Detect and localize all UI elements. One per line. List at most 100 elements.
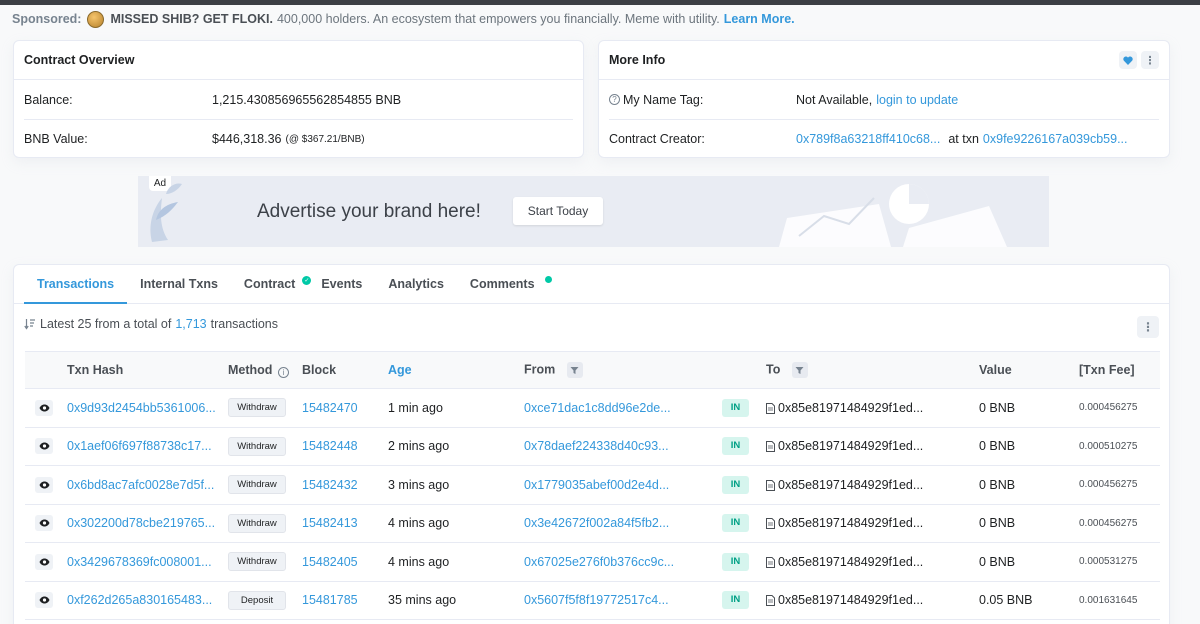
to-address[interactable]: 0x85e81971484929f1ed... bbox=[778, 516, 923, 530]
to-address[interactable]: 0x85e81971484929f1ed... bbox=[778, 593, 923, 607]
age-cell: 1 min ago bbox=[388, 388, 524, 428]
ad-headline: Advertise your brand here! bbox=[257, 201, 481, 222]
header-method-label: Method bbox=[228, 362, 273, 377]
txn-hash-link[interactable]: 0x302200d78cbe219765... bbox=[67, 504, 228, 543]
tab-transactions[interactable]: Transactions bbox=[24, 265, 128, 304]
from-address-link[interactable]: 0x3e42672f002a84f5fb2... bbox=[524, 504, 722, 543]
direction-badge: IN bbox=[722, 475, 749, 494]
from-address-link[interactable]: 0x5607f5f8f19772517c4... bbox=[524, 581, 722, 620]
to-address[interactable]: 0x85e81971484929f1ed... bbox=[778, 401, 923, 415]
value-cell: 0 BNB bbox=[979, 542, 1079, 582]
eye-icon[interactable] bbox=[35, 553, 53, 570]
to-address[interactable]: 0x85e81971484929f1ed... bbox=[778, 478, 923, 492]
value-cell: 0.05 BNB bbox=[979, 581, 1079, 620]
table-row: 0x3429678369fc008001... Withdraw 1548240… bbox=[25, 542, 1160, 582]
block-link[interactable]: 15482413 bbox=[302, 504, 388, 543]
to-address[interactable]: 0x85e81971484929f1ed... bbox=[778, 555, 923, 569]
contract-file-icon bbox=[766, 595, 775, 607]
cell-to: 0x85e81971484929f1ed... bbox=[766, 427, 979, 466]
balance-row: Balance: 1,215.430856965562854855 BNB bbox=[14, 80, 583, 119]
method-badge: Withdraw bbox=[228, 398, 286, 418]
sort-desc-icon bbox=[24, 319, 35, 330]
heart-icon[interactable] bbox=[1119, 51, 1137, 69]
more-info-card: More Info ⋮ ? My Name Tag: Not Available… bbox=[598, 40, 1170, 158]
eye-icon[interactable] bbox=[35, 399, 53, 416]
table-row: 0x302200d78cbe219765... Withdraw 1548241… bbox=[25, 504, 1160, 543]
txn-hash-link[interactable]: 0x1aef06f697f88738c17... bbox=[67, 427, 228, 466]
block-link[interactable]: 15482448 bbox=[302, 427, 388, 466]
eye-icon[interactable] bbox=[35, 515, 53, 532]
tab-comments[interactable]: Comments bbox=[457, 265, 555, 303]
total-count-link[interactable]: 1,713 bbox=[175, 317, 206, 331]
transactions-summary: Latest 25 from a total of 1,713 transact… bbox=[24, 317, 278, 331]
cell-method: Withdraw bbox=[228, 504, 302, 543]
cell-preview bbox=[25, 542, 67, 582]
name-tag-value: Not Available, bbox=[796, 92, 873, 107]
method-badge: Withdraw bbox=[228, 436, 286, 456]
txn-hash-link[interactable]: 0x9d93d2454bb5361006... bbox=[67, 388, 228, 428]
header-to: To bbox=[766, 351, 979, 389]
new-comment-dot bbox=[544, 276, 552, 283]
filter-icon[interactable] bbox=[791, 362, 808, 378]
ad-banner[interactable]: Ad Advertise your brand here! Start Toda… bbox=[138, 176, 1049, 247]
from-address-link[interactable]: 0xce71dac1c8dd96e2de... bbox=[524, 388, 722, 428]
direction-badge: IN bbox=[722, 552, 749, 571]
from-address-link[interactable]: 0x67025e276f0b376cc9c... bbox=[524, 542, 722, 582]
block-link[interactable]: 15482405 bbox=[302, 542, 388, 582]
cell-direction: IN bbox=[722, 542, 766, 582]
txn-hash-link[interactable]: 0xf262d265a830165483... bbox=[67, 581, 228, 620]
contract-creator-row: Contract Creator: 0x789f8a63218ff410c68.… bbox=[609, 119, 1159, 158]
question-circle-icon[interactable]: ? bbox=[609, 94, 620, 105]
cell-method: Withdraw bbox=[228, 427, 302, 466]
eye-icon[interactable] bbox=[35, 592, 53, 609]
value-cell: 0 BNB bbox=[979, 388, 1079, 428]
cell-direction: IN bbox=[722, 581, 766, 620]
to-address[interactable]: 0x85e81971484929f1ed... bbox=[778, 439, 923, 453]
learn-more-link[interactable]: Learn More. bbox=[724, 12, 795, 26]
eye-icon[interactable] bbox=[35, 476, 53, 493]
sponsored-banner: Sponsored: MISSED SHIB? GET FLOKI. 400,0… bbox=[0, 5, 1200, 29]
transactions-table: Txn Hash Method i Block Age From To Valu… bbox=[25, 351, 1160, 620]
tab-contract[interactable]: Contract ✓ bbox=[231, 265, 314, 303]
tab-analytics[interactable]: Analytics bbox=[375, 265, 457, 303]
cell-preview bbox=[25, 581, 67, 620]
creator-txn-link[interactable]: 0x9fe9226167a039cb59... bbox=[983, 132, 1128, 146]
more-info-title: More Info bbox=[609, 53, 666, 67]
summary-prefix: Latest 25 from a total of bbox=[40, 317, 172, 331]
age-cell: 3 mins ago bbox=[388, 465, 524, 505]
cell-to: 0x85e81971484929f1ed... bbox=[766, 504, 979, 543]
table-header-row: Txn Hash Method i Block Age From To Valu… bbox=[25, 351, 1160, 389]
cell-method: Withdraw bbox=[228, 465, 302, 505]
header-age[interactable]: Age bbox=[388, 351, 524, 389]
tab-events[interactable]: Events bbox=[308, 265, 375, 303]
creator-address-link[interactable]: 0x789f8a63218ff410c68... bbox=[796, 132, 940, 146]
cell-direction: IN bbox=[722, 388, 766, 428]
sponsored-headline[interactable]: MISSED SHIB? GET FLOKI. bbox=[110, 12, 273, 26]
table-row: 0x1aef06f697f88738c17... Withdraw 154824… bbox=[25, 427, 1160, 466]
block-link[interactable]: 15482432 bbox=[302, 465, 388, 505]
txn-fee-cell: 0.000510275 bbox=[1079, 427, 1160, 466]
more-options-icon[interactable]: ⋮ bbox=[1141, 51, 1159, 69]
txn-hash-link[interactable]: 0x6bd8ac7afc0028e7d5f... bbox=[67, 465, 228, 505]
header-txn-fee[interactable]: [Txn Fee] bbox=[1079, 351, 1160, 389]
from-address-link[interactable]: 0x1779035abef00d2e4d... bbox=[524, 465, 722, 505]
from-address-link[interactable]: 0x78daef224338d40c93... bbox=[524, 427, 722, 466]
block-link[interactable]: 15482470 bbox=[302, 388, 388, 428]
txn-hash-link[interactable]: 0x3429678369fc008001... bbox=[67, 542, 228, 582]
info-circle-icon[interactable]: i bbox=[277, 366, 289, 378]
login-to-update-link[interactable]: login to update bbox=[876, 93, 958, 107]
table-options-icon[interactable]: ⋮ bbox=[1137, 316, 1159, 338]
contract-creator-label: Contract Creator: bbox=[609, 132, 705, 146]
block-link[interactable]: 15481785 bbox=[302, 581, 388, 620]
value-cell: 0 BNB bbox=[979, 427, 1079, 466]
tab-internal-txns[interactable]: Internal Txns bbox=[127, 265, 231, 303]
method-badge: Withdraw bbox=[228, 475, 286, 495]
ad-illustration bbox=[779, 184, 1007, 247]
filter-icon[interactable] bbox=[566, 362, 583, 378]
direction-badge: IN bbox=[722, 398, 749, 417]
start-today-button[interactable]: Start Today bbox=[513, 197, 603, 225]
eye-icon[interactable] bbox=[35, 438, 53, 455]
balance-label: Balance: bbox=[24, 92, 73, 107]
cell-to: 0x85e81971484929f1ed... bbox=[766, 542, 979, 582]
contract-file-icon bbox=[766, 402, 775, 414]
